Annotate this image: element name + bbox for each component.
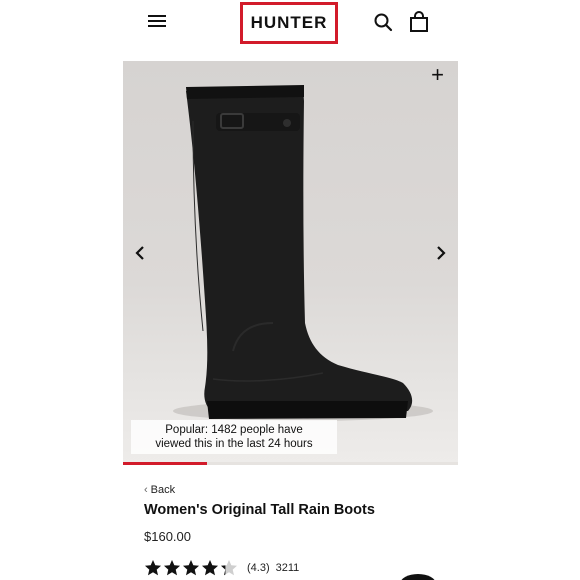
brand-logo[interactable]: HUNTER [240,2,338,44]
menu-icon[interactable] [146,12,168,32]
product-rating[interactable]: (4.3) 3211 [144,559,299,577]
star-icon [183,560,199,576]
rating-count: 3211 [275,562,300,574]
zoom-plus-icon[interactable]: + [431,63,444,87]
brand-name: HUNTER [250,13,328,32]
back-label: Back [150,484,176,496]
shopping-bag-icon[interactable] [409,11,429,33]
star-icon [164,560,180,576]
popular-badge: Popular: 1482 people have viewed this in… [131,420,337,454]
product-boot-image [173,85,433,421]
chevron-right-icon[interactable] [434,242,448,264]
gallery-progress-fill [123,462,207,465]
popular-line-2: viewed this in the last 24 hours [155,438,313,450]
search-icon[interactable] [373,12,393,32]
chat-widget-edge[interactable] [400,574,436,580]
popular-line-1: Popular: 1482 people have [165,424,303,436]
product-price: $160.00 [144,529,191,544]
star-icon [221,560,237,576]
product-image-gallery[interactable]: + Popular: 1482 people have viewed this … [123,61,458,465]
star-icon [202,560,218,576]
back-link[interactable]: ‹ Back [144,484,175,496]
rating-score: (4.3) [247,562,270,574]
gallery-progress-track [123,462,458,465]
rating-stars [144,559,239,577]
product-title: Women's Original Tall Rain Boots [144,502,375,518]
star-icon [145,560,161,576]
site-header: HUNTER [0,0,580,46]
chevron-left-icon[interactable] [133,242,147,264]
chevron-left-small-icon: ‹ [144,484,148,496]
